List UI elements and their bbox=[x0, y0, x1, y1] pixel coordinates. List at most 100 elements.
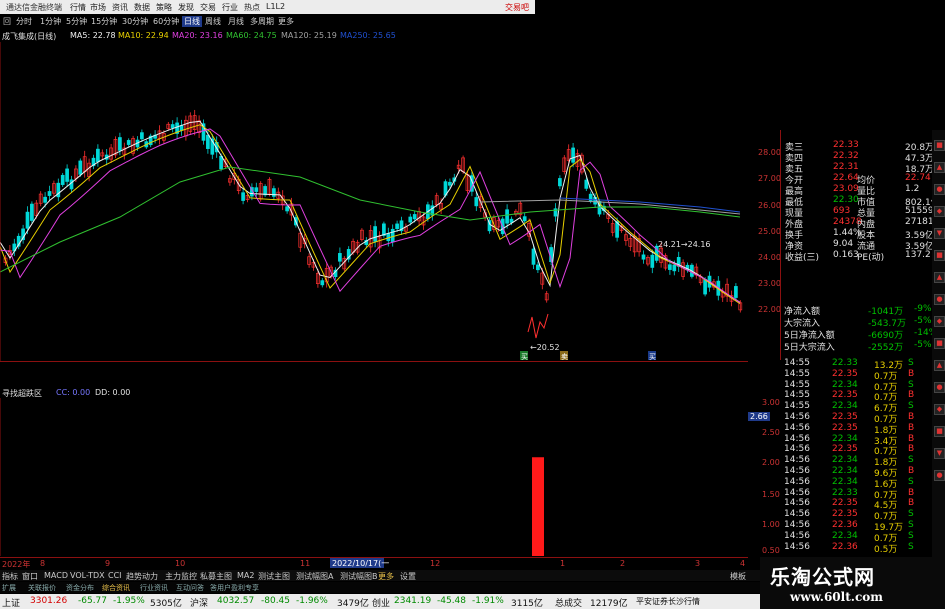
extension-tab[interactable]: 综合资讯 bbox=[102, 583, 130, 593]
indicator-tab[interactable]: VOL-TDX bbox=[70, 571, 105, 580]
indicator-tab[interactable]: 趋势动力 bbox=[126, 571, 158, 582]
toolbar-icon[interactable]: ▲ bbox=[934, 272, 945, 283]
toolbar-icon[interactable]: ◆ bbox=[934, 316, 945, 327]
ma-bar: 成飞集成(日线) MA5: 22.78 MA10: 22.94 MA20: 23… bbox=[0, 30, 700, 42]
toolbar-icon[interactable]: ● bbox=[934, 470, 945, 481]
toolbar-icon[interactable]: ◆ bbox=[934, 206, 945, 217]
date-label: 10 bbox=[175, 559, 186, 568]
menu-item[interactable]: 发现 bbox=[178, 2, 194, 13]
candle-body bbox=[448, 181, 452, 186]
brand-label[interactable]: 交易吧 bbox=[505, 2, 529, 13]
menu-item[interactable]: 行业 bbox=[222, 2, 238, 13]
toolbar-icon[interactable]: ◆ bbox=[934, 404, 945, 415]
candle-body bbox=[412, 214, 417, 220]
ma120-label: MA120: 25.19 bbox=[281, 31, 337, 40]
indicator-tab-bar: 指标 窗口 MACD VOL-TDX CCI 趋势动力 主力监控 私募主图 MA2 测试主图 测试幅… bbox=[0, 570, 760, 581]
indicator-tab[interactable]: 模板 bbox=[730, 571, 746, 582]
period-tab[interactable]: 分时 bbox=[16, 16, 32, 27]
ma60-label: MA60: 24.75 bbox=[226, 31, 277, 40]
cy-amount: 3115亿 bbox=[511, 599, 543, 609]
menu-item[interactable]: 资讯 bbox=[112, 2, 128, 13]
low-spike bbox=[527, 313, 549, 339]
menu-item[interactable]: 热点 bbox=[244, 2, 260, 13]
indicator-tab[interactable]: 指标 bbox=[2, 571, 18, 582]
tick-price: 22.34 bbox=[832, 530, 858, 541]
menu-item[interactable]: 行情 bbox=[70, 2, 86, 13]
indicator-tab[interactable]: MA2 bbox=[237, 571, 254, 580]
total-value: 12179亿 bbox=[590, 599, 628, 609]
indicator-tab[interactable]: 测试主图 bbox=[258, 571, 290, 582]
period-tab[interactable]: 日线 bbox=[182, 16, 202, 27]
candle-body bbox=[390, 228, 395, 243]
indicator-tab[interactable]: 主力监控 bbox=[165, 571, 197, 582]
indicator-tab[interactable]: 更多 bbox=[378, 571, 394, 582]
toolbar-icon[interactable]: ■ bbox=[934, 140, 945, 151]
tick-row: 14:56 22.35 0.7万 B bbox=[782, 444, 932, 457]
side-toolbar: ■ ▲ ● ◆ ▼ ■ ▲ ● ◆ ■ ▲ ● ◆ ■ ▼ ● bbox=[932, 130, 945, 560]
period-tab[interactable]: 周线 bbox=[205, 16, 221, 27]
toolbar-icon[interactable]: ▼ bbox=[934, 228, 945, 239]
period-tab[interactable]: 更多 bbox=[278, 16, 294, 27]
candlestick-chart[interactable]: 24.21→24.16 ←20.52 买 卖 买 bbox=[0, 42, 748, 362]
indicator-tab[interactable]: 私募主图 bbox=[200, 571, 232, 582]
menu-item[interactable]: 策略 bbox=[156, 2, 172, 13]
indicator-tab[interactable]: 测试幅图B bbox=[340, 571, 378, 582]
toolbar-icon[interactable]: ● bbox=[934, 382, 945, 393]
extension-tab[interactable]: 互动问答 bbox=[176, 583, 204, 593]
indicator-tab[interactable]: 设置 bbox=[400, 571, 416, 582]
toolbar-icon[interactable]: ■ bbox=[934, 338, 945, 349]
period-prefix[interactable]: 回 bbox=[3, 16, 11, 27]
candle-body bbox=[522, 216, 527, 222]
quote-row: 今开 22.64 均价 22.74 bbox=[783, 173, 931, 186]
extension-tab[interactable]: 关联报价 bbox=[28, 583, 56, 593]
toolbar-icon[interactable]: ▼ bbox=[934, 448, 945, 459]
menu-item[interactable]: 数据 bbox=[134, 2, 150, 13]
tick-row: 14:56 22.34 0.7万 S bbox=[782, 530, 932, 544]
toolbar-icon[interactable]: ■ bbox=[934, 426, 945, 437]
quote-row: 外盘 24378 内盘 27181 bbox=[783, 217, 934, 230]
candle-body bbox=[96, 148, 100, 163]
menu-item[interactable]: L1L2 bbox=[266, 2, 285, 11]
news-ticker[interactable]: 平安证券长沙行情 bbox=[636, 596, 700, 607]
toolbar-icon[interactable]: ■ bbox=[934, 250, 945, 261]
sh-name[interactable]: 上证 bbox=[2, 596, 20, 609]
tick-time: 14:56 bbox=[784, 412, 810, 422]
indicator-tab[interactable]: MACD bbox=[44, 571, 68, 580]
indicator-tab[interactable]: 窗口 bbox=[22, 571, 38, 582]
tick-price: 22.33 bbox=[832, 487, 858, 498]
date-label: 12 bbox=[430, 559, 441, 568]
indicator-tab[interactable]: CCI bbox=[108, 571, 122, 580]
quote-label: 收益(三) bbox=[785, 253, 820, 263]
app-title: 通达信金融终端 bbox=[6, 3, 62, 12]
toolbar-icon[interactable]: ● bbox=[934, 184, 945, 195]
menu-item[interactable]: 市场 bbox=[90, 2, 106, 13]
toolbar-icon[interactable]: ▲ bbox=[934, 360, 945, 371]
stock-label: 成飞集成(日线) bbox=[2, 32, 57, 41]
tick-row: 14:56 22.36 19.7万 S bbox=[782, 520, 932, 533]
price-tick: 25.00 bbox=[758, 227, 781, 236]
period-tab[interactable]: 1分钟 bbox=[40, 16, 61, 27]
quote-value-right: 27181 bbox=[905, 217, 934, 227]
period-tab[interactable]: 多周期 bbox=[250, 16, 274, 27]
tick-row: 14:56 22.34 9.6万 B bbox=[782, 466, 932, 479]
extension-tab[interactable]: 答用户盈利专享 bbox=[210, 583, 259, 593]
period-tab[interactable]: 月线 bbox=[228, 16, 244, 27]
extension-tab[interactable]: 扩展 bbox=[2, 583, 16, 593]
toolbar-icon[interactable]: ● bbox=[934, 294, 945, 305]
tick-list[interactable]: 14:55 22.33 13.2万 S 14:55 22.35 0.7万 B 14:55 22.3… bbox=[780, 358, 935, 555]
indicator-chart[interactable] bbox=[0, 398, 748, 556]
sz-name[interactable]: 沪深 bbox=[190, 596, 208, 609]
indicator-tab[interactable]: 测试幅图A bbox=[296, 571, 333, 582]
toolbar-icon[interactable]: ▲ bbox=[934, 162, 945, 173]
cy-name[interactable]: 创业 bbox=[372, 596, 390, 609]
period-tab[interactable]: 30分钟 bbox=[122, 16, 148, 27]
tick-price: 22.34 bbox=[832, 379, 858, 390]
menu-item[interactable]: 交易 bbox=[200, 2, 216, 13]
period-tab[interactable]: 5分钟 bbox=[66, 16, 87, 27]
extension-tab[interactable]: 资金分布 bbox=[66, 583, 94, 593]
sell-signal-label: 卖 bbox=[561, 353, 568, 361]
extension-tab[interactable]: 行业资讯 bbox=[140, 583, 168, 593]
period-tab[interactable]: 15分钟 bbox=[91, 16, 117, 27]
tick-time: 14:55 bbox=[784, 358, 810, 368]
period-tab[interactable]: 60分钟 bbox=[153, 16, 179, 27]
